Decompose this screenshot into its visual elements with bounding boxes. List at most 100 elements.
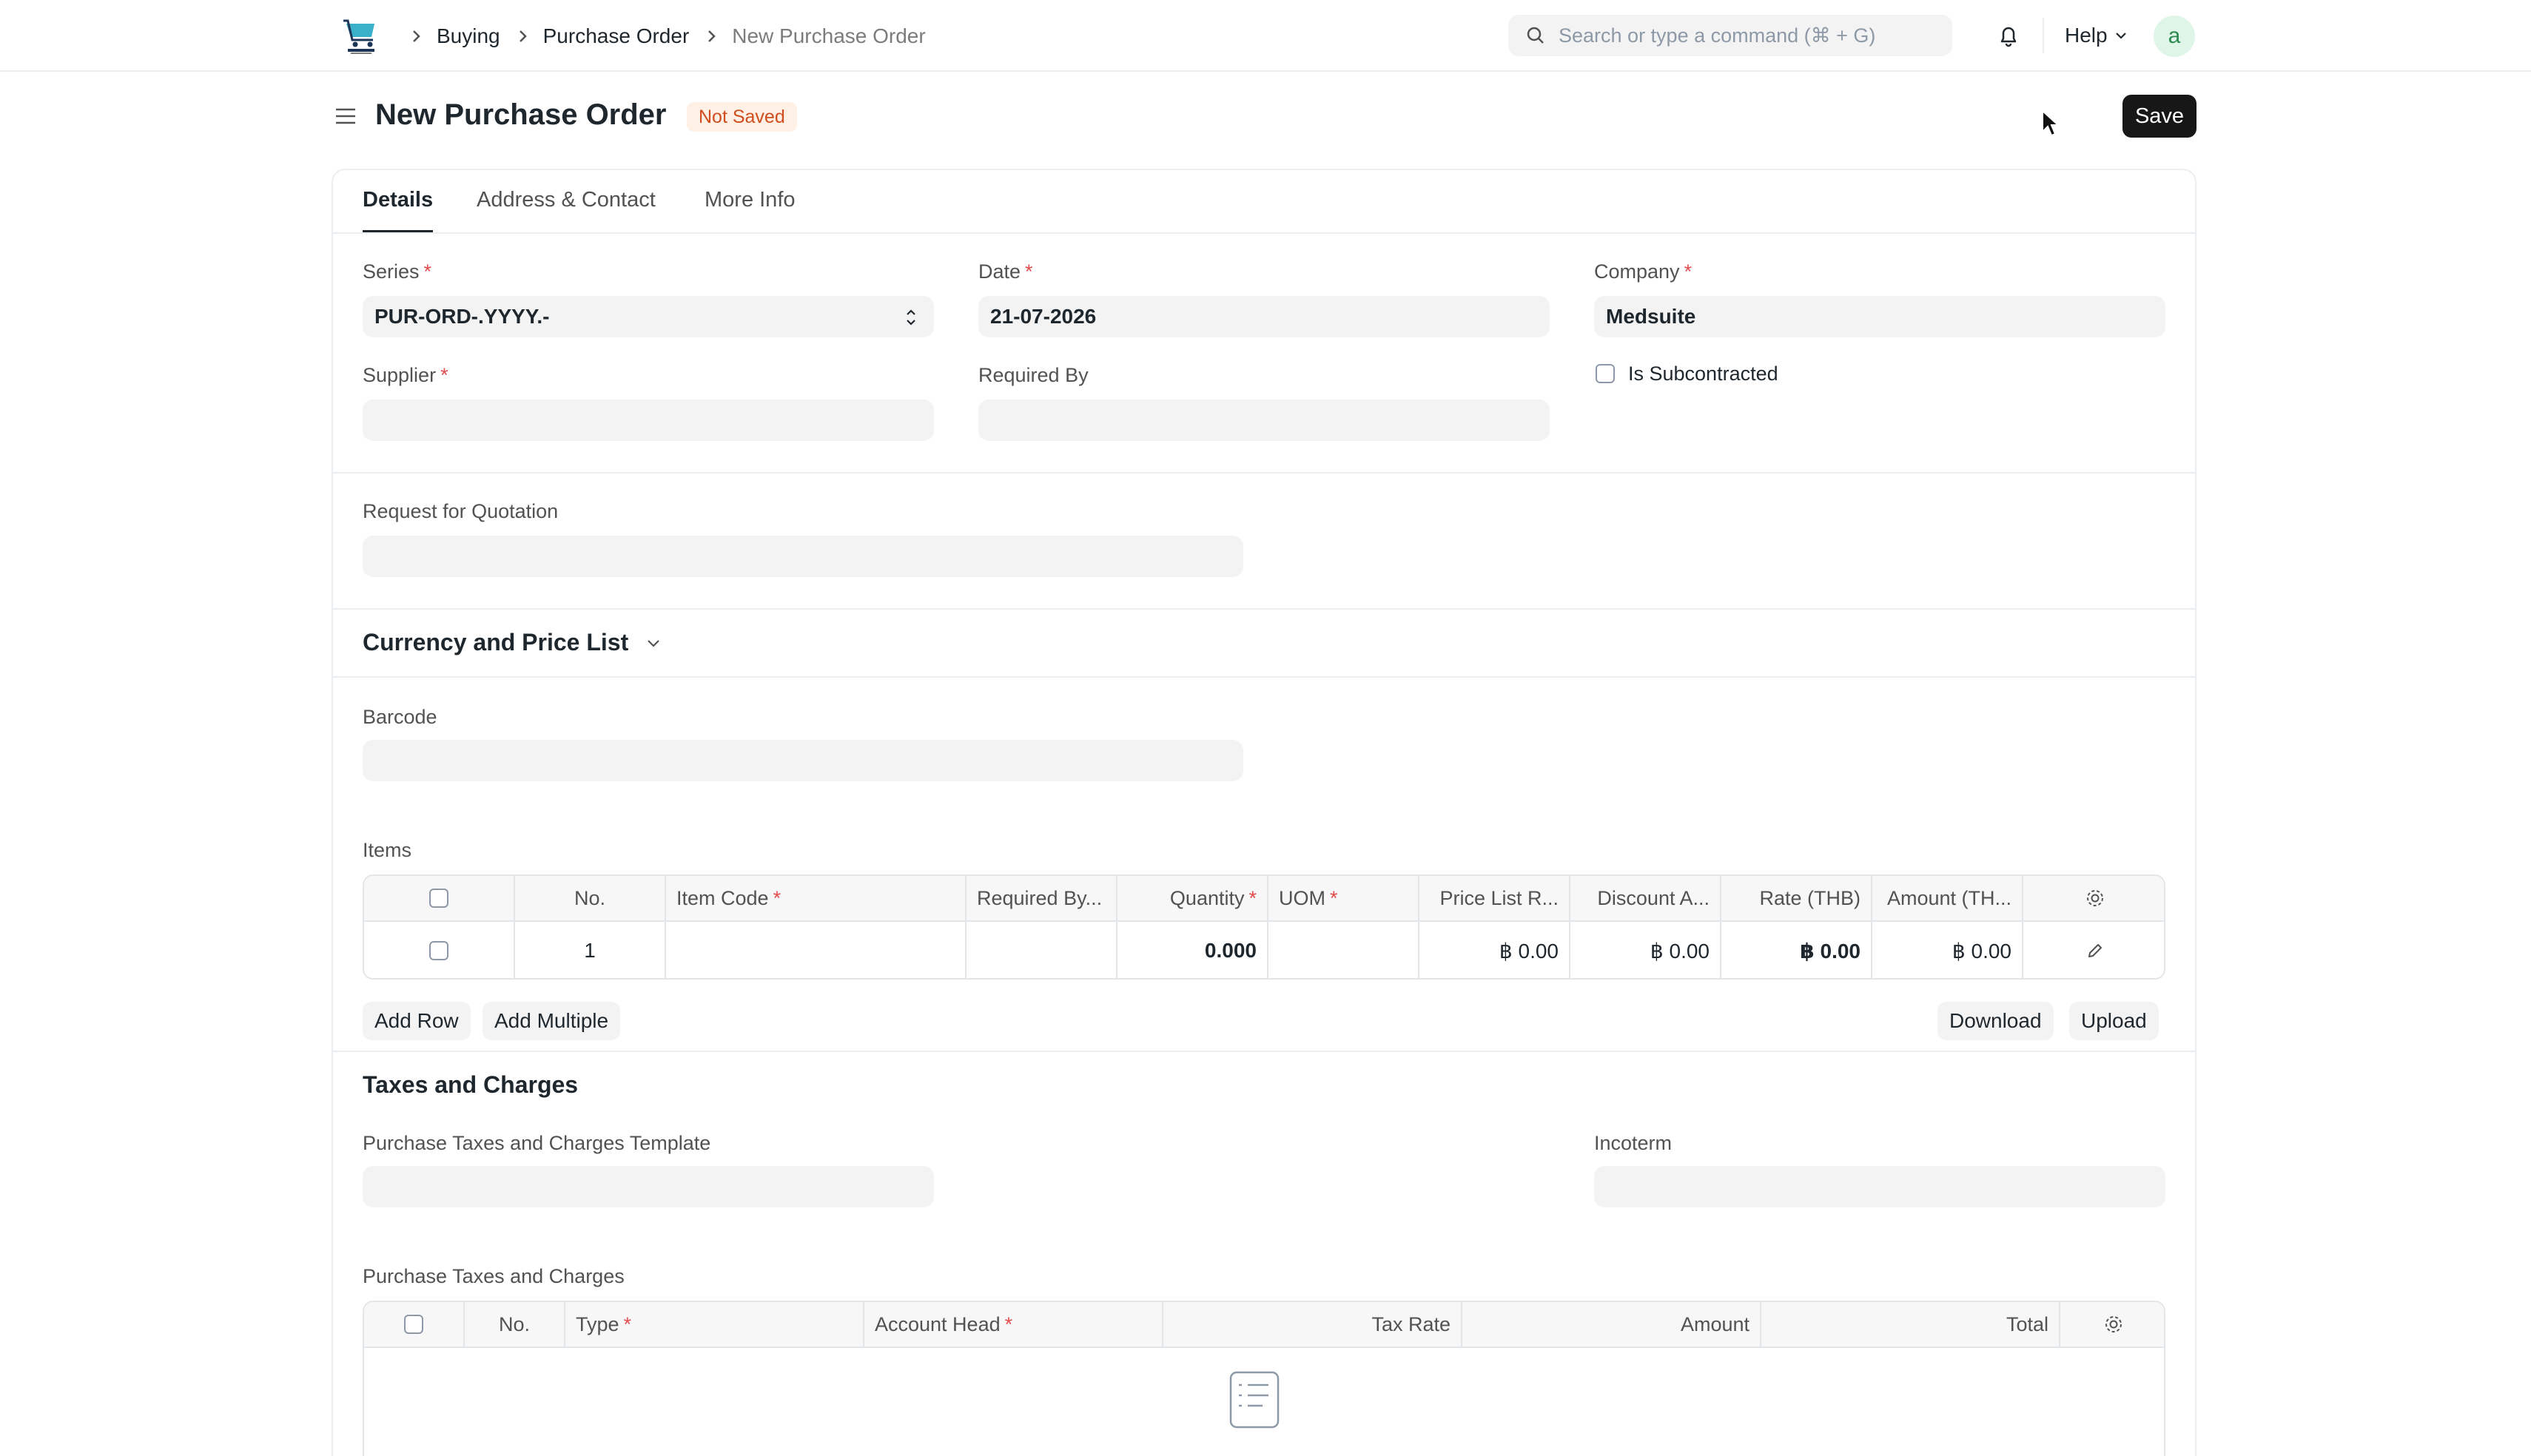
taxes-column-settings-icon[interactable] [2060,1302,2164,1347]
barcode-field[interactable] [363,740,1243,781]
series-value: PUR-ORD-.YYYY.- [374,305,550,328]
edit-row-icon[interactable] [2023,922,2164,978]
taxes-select-all-checkbox[interactable] [404,1315,423,1334]
tab-more-info[interactable]: More Info [705,188,796,230]
taxes-table: No. Type * Account Head * Tax Rate Amount … [363,1301,2165,1456]
section-divider [333,472,2195,473]
row-checkbox[interactable] [429,941,448,960]
top-navbar: Buying Purchase Order New Purchase Order… [0,0,2531,72]
date-label: Date * [978,260,1033,283]
select-arrows-icon [907,309,915,326]
row-quantity[interactable]: 0.000 [1117,922,1268,978]
form-tabs: Details Address & Contact More Info [333,170,2195,234]
chevron-right-icon [409,28,425,44]
date-value: 21-07-2026 [990,305,1097,328]
breadcrumb-current: New Purchase Order [732,24,926,47]
row-discount[interactable]: ฿ 0.00 [1570,922,1721,978]
supplier-field[interactable] [363,400,934,441]
table-row[interactable]: 1 0.000 ฿ 0.00 ฿ 0.00 ฿ 0.00 ฿ 0.00 [364,922,2164,978]
breadcrumb-purchase-order[interactable]: Purchase Order [543,24,690,48]
breadcrumb: Buying Purchase Order New Purchase Order [404,19,926,53]
series-label: Series * [363,260,432,283]
is-subcontracted-checkbox[interactable] [1596,364,1615,383]
row-rate[interactable]: ฿ 0.00 [1721,922,1872,978]
search-icon [1527,27,1544,44]
incoterm-field[interactable] [1594,1166,2165,1207]
taxes-col-type: Type * [565,1302,864,1347]
items-label: Items [363,839,412,861]
row-uom[interactable] [1268,922,1419,978]
help-dropdown[interactable]: Help [2065,21,2128,50]
taxes-col-amount: Amount [1462,1302,1761,1347]
empty-list-icon [1228,1370,1280,1433]
currency-section-toggle[interactable]: Currency and Price List [363,629,662,656]
col-required-by: Required By... [967,876,1117,920]
row-price-list-rate[interactable]: ฿ 0.00 [1419,922,1570,978]
navbar-divider [2043,18,2044,53]
row-amount: ฿ 0.00 [1872,922,2023,978]
rfq-label: Request for Quotation [363,500,559,522]
select-all-checkbox[interactable] [429,889,448,908]
col-amount: Amount (TH... [1872,876,2023,920]
column-settings-icon[interactable] [2023,876,2164,920]
supplier-label: Supplier * [363,364,448,386]
incoterm-label: Incoterm [1594,1132,1673,1154]
row-no: 1 [515,922,666,978]
barcode-label: Barcode [363,706,437,728]
section-divider [333,676,2195,678]
rfq-field[interactable] [363,536,1243,577]
add-row-button[interactable]: Add Row [363,1002,471,1040]
row-item-code[interactable] [666,922,967,978]
taxes-col-account-head: Account Head * [864,1302,1163,1347]
awesomebar-search[interactable] [1508,15,1952,56]
company-field[interactable]: Medsuite [1594,296,2165,337]
col-no: No. [515,876,666,920]
chevron-right-icon [704,28,720,44]
search-input[interactable] [1559,24,1943,47]
date-field[interactable]: 21-07-2026 [978,296,1550,337]
company-label: Company * [1594,260,1693,283]
row-select-cell [364,922,515,978]
tab-address-contact[interactable]: Address & Contact [477,188,656,230]
help-label: Help [2065,24,2108,47]
col-uom: UOM * [1268,876,1419,920]
notification-bell-icon[interactable] [1995,22,2022,49]
chevron-right-icon [515,28,531,44]
col-rate: Rate (THB) [1721,876,1872,920]
col-discount: Discount A... [1570,876,1721,920]
select-all-cell [364,876,515,920]
taxes-col-total: Total [1761,1302,2060,1347]
chevron-down-icon [648,639,660,647]
taxes-section-title: Taxes and Charges [363,1071,579,1098]
chevron-down-icon [2115,33,2126,39]
items-table: No. Item Code * Required By... Quantity * … [363,874,2165,980]
company-value: Medsuite [1606,305,1696,328]
col-quantity: Quantity * [1117,876,1268,920]
taxes-template-field[interactable] [363,1166,934,1207]
form-card: Details Address & Contact More Info Seri… [332,169,2196,1456]
taxes-col-no: No. [465,1302,565,1347]
page-title: New Purchase Order [375,98,667,131]
download-button[interactable]: Download [1937,1002,2054,1040]
col-price-list-rate: Price List R... [1419,876,1570,920]
save-button[interactable]: Save [2122,95,2196,138]
section-divider [333,608,2195,610]
items-table-header: No. Item Code * Required By... Quantity * … [364,876,2164,922]
app-logo[interactable] [339,15,383,56]
section-divider [333,1051,2195,1052]
currency-section-title: Currency and Price List [363,629,629,655]
sidebar-toggle-icon[interactable] [333,104,358,129]
required-by-field[interactable] [978,400,1550,441]
row-required-by[interactable] [967,922,1117,978]
user-avatar[interactable]: a [2154,16,2195,57]
breadcrumb-buying[interactable]: Buying [437,24,500,48]
required-by-label: Required By [978,364,1089,386]
add-multiple-button[interactable]: Add Multiple [483,1002,621,1040]
taxes-table-header: No. Type * Account Head * Tax Rate Amount … [364,1302,2164,1348]
taxes-col-tax-rate: Tax Rate [1163,1302,1462,1347]
taxes-select-all-cell [364,1302,465,1347]
status-badge: Not Saved [687,102,797,132]
upload-button[interactable]: Upload [2069,1002,2159,1040]
series-select[interactable]: PUR-ORD-.YYYY.- [363,296,934,337]
tab-details[interactable]: Details [363,188,434,232]
